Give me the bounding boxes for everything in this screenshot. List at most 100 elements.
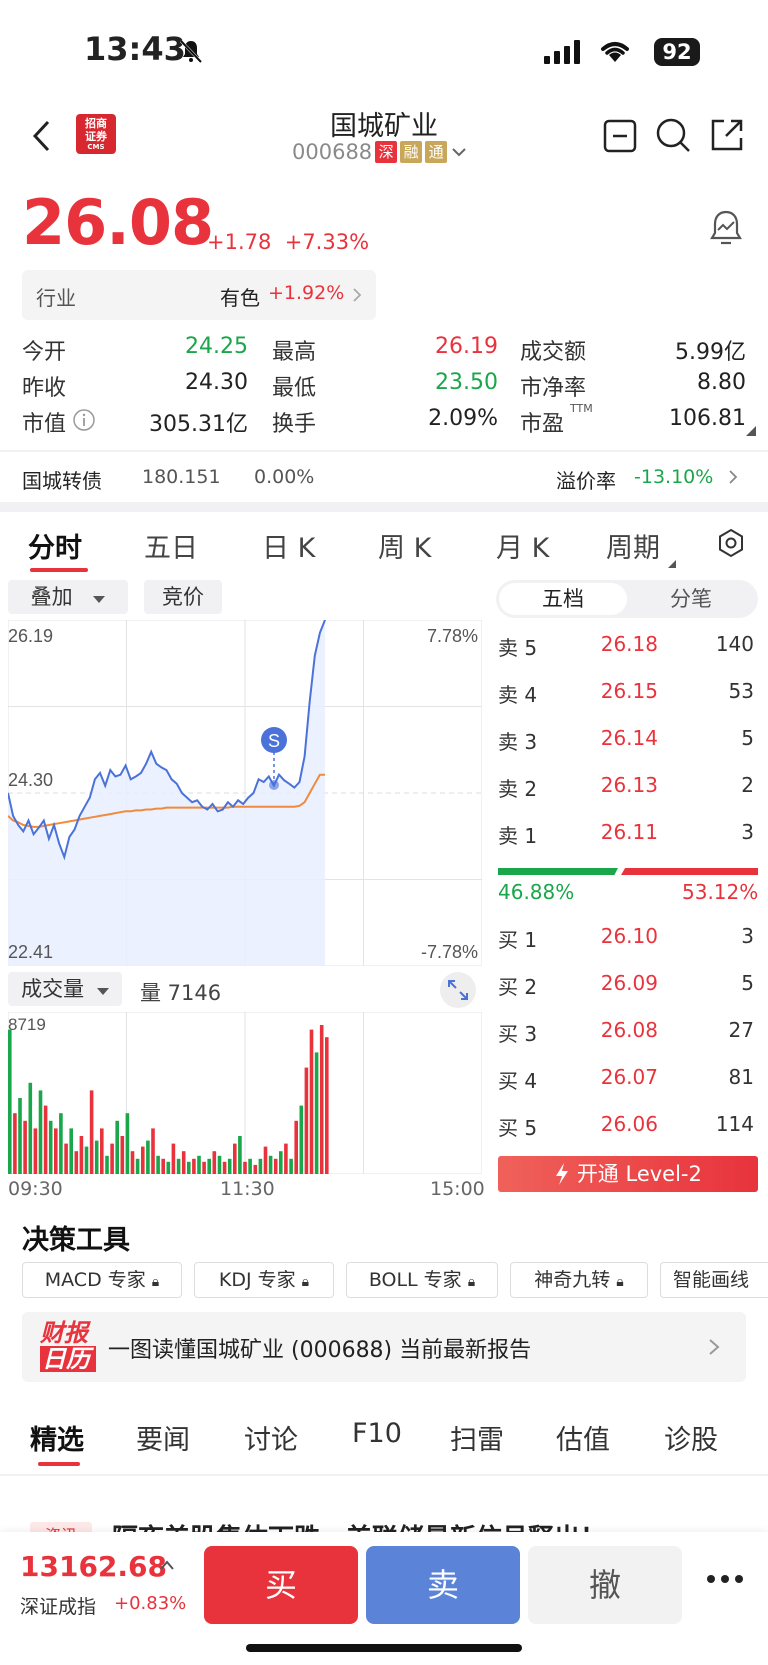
stock-code-row[interactable]: 000688 深 融 通 [292, 140, 468, 164]
volume-bar [227, 1158, 232, 1174]
auction-button[interactable]: 竞价 [144, 580, 222, 614]
chevron-up-icon[interactable] [158, 1558, 176, 1572]
news-tab-diagnosis[interactable]: 诊股 [664, 1418, 718, 1457]
stat-pb: 8.80 [697, 370, 746, 395]
tab-intraday[interactable]: 分时 [28, 526, 82, 565]
volume-bar [263, 1146, 268, 1174]
tab-month-k[interactable]: 月 K [496, 526, 549, 565]
overlay-select[interactable]: 叠加 [8, 580, 128, 614]
tab-ticks[interactable]: 分笔 [627, 583, 755, 615]
bid-volume: 5 [741, 971, 754, 995]
ask-row[interactable]: 卖 5 26.18 140 [498, 632, 758, 662]
tool-label: BOLL 专家 [368, 1269, 462, 1291]
bid-row[interactable]: 买 3 26.08 27 [498, 1018, 758, 1048]
bid-price: 26.06 [600, 1112, 658, 1136]
ask-price: 26.18 [600, 632, 658, 656]
tool-smart-draw[interactable]: 智能画线 [660, 1262, 768, 1298]
tab-week-k[interactable]: 周 K [378, 526, 431, 565]
bid-row[interactable]: 买 4 26.07 81 [498, 1065, 758, 1095]
news-tab-headlines[interactable]: 要闻 [136, 1418, 190, 1457]
ask-row[interactable]: 卖 3 26.14 5 [498, 726, 758, 756]
premium-label: 溢价率 [556, 469, 616, 493]
ask-row[interactable]: 卖 2 26.13 2 [498, 773, 758, 803]
ask-price: 26.15 [600, 679, 658, 703]
volume-bar [217, 1155, 222, 1174]
volume-bar [166, 1161, 171, 1174]
volume-chart[interactable]: 8719 [8, 1012, 482, 1174]
ask-row[interactable]: 卖 4 26.15 53 [498, 679, 758, 709]
intraday-price-chart[interactable]: S 26.19 24.30 22.41 7.78% -7.78% [8, 620, 482, 966]
volume-bar [89, 1090, 94, 1174]
bid-price: 26.09 [600, 971, 658, 995]
search-icon[interactable] [654, 116, 692, 154]
volume-bar [120, 1136, 125, 1174]
mute-bell-icon [179, 39, 203, 64]
news-tab-risk-scan[interactable]: 扫雷 [450, 1418, 504, 1457]
tab-five-day[interactable]: 五日 [144, 526, 198, 565]
news-tab-featured[interactable]: 精选 [30, 1418, 84, 1457]
volume-bar [243, 1161, 247, 1174]
stat-prev-close: 24.30 [185, 370, 248, 395]
tool-macd[interactable]: MACD 专家 🔒︎ [22, 1262, 182, 1298]
index-value[interactable]: 13162.68 [20, 1550, 167, 1583]
info-icon[interactable] [72, 408, 96, 432]
volume-bar [105, 1155, 109, 1174]
volume-bar [202, 1161, 206, 1174]
level2-button[interactable]: 开通 Level-2 [498, 1156, 758, 1192]
volume-bar [268, 1155, 273, 1174]
volume-bar [125, 1113, 130, 1174]
volume-bar [279, 1151, 283, 1174]
overlay-label: 叠加 [30, 585, 73, 609]
bid-row[interactable]: 买 5 26.06 114 [498, 1112, 758, 1142]
tool-boll[interactable]: BOLL 专家 🔒︎ [346, 1262, 498, 1298]
ask-volume: 5 [741, 726, 754, 750]
share-icon[interactable] [708, 116, 746, 154]
bid-row[interactable]: 买 2 26.09 5 [498, 971, 758, 1001]
change-value: +1.78 [207, 230, 272, 254]
orderbook-toggle: 五档 分笔 [496, 580, 758, 618]
bid-volume: 3 [741, 924, 754, 948]
volume-bar [233, 1143, 237, 1174]
stat-pe-sup: TTM [570, 402, 593, 415]
stock-code: 000688 [292, 140, 373, 164]
bid-label: 买 1 [498, 928, 538, 952]
tab-depth[interactable]: 五档 [499, 583, 627, 615]
volume-bar [115, 1120, 119, 1174]
page-title: 国城矿业 [330, 111, 438, 142]
tool-kdj[interactable]: KDJ 专家 🔒︎ [194, 1262, 334, 1298]
ask-list: 卖 5 26.18 140 卖 4 26.15 53 卖 3 26.14 5 卖… [498, 632, 758, 872]
price-alert-icon[interactable] [708, 208, 744, 248]
sell-button[interactable]: 卖 [366, 1546, 520, 1624]
minimize-icon[interactable] [602, 118, 638, 154]
volume-bar [48, 1120, 53, 1174]
tab-period[interactable]: 周期 [606, 526, 660, 565]
volume-indicator-select[interactable]: 成交量 [8, 972, 122, 1006]
news-tab-f10[interactable]: F10 [352, 1418, 402, 1449]
report-banner[interactable]: 财报 日历 一图读懂国城矿业 (000688) 当前最新报告 [22, 1312, 746, 1382]
cancel-button[interactable]: 撤 [528, 1546, 682, 1624]
volume-bar [161, 1158, 165, 1174]
volume-bar [94, 1140, 99, 1174]
bid-row[interactable]: 买 1 26.10 3 [498, 924, 758, 954]
tool-label: MACD 专家 [44, 1269, 146, 1291]
expand-arrows-icon [448, 980, 468, 1000]
buy-ratio: 46.88% [498, 880, 575, 904]
fullscreen-button[interactable] [440, 972, 476, 1008]
premium-value: -13.10% [634, 466, 714, 488]
news-tab-discussion[interactable]: 讨论 [244, 1418, 298, 1457]
news-tab-valuation[interactable]: 估值 [556, 1418, 610, 1457]
ask-price: 26.14 [600, 726, 658, 750]
more-icon[interactable] [706, 1574, 744, 1584]
volume-bar [79, 1136, 84, 1174]
volume-bar [187, 1161, 191, 1174]
industry-bar[interactable]: 行业 有色 +1.92% [22, 270, 376, 320]
expand-corner-icon[interactable] [746, 426, 756, 436]
bid-volume: 114 [715, 1112, 754, 1136]
tab-day-k[interactable]: 日 K [262, 526, 315, 565]
bond-name[interactable]: 国城转债 [22, 465, 102, 494]
ask-row[interactable]: 卖 1 26.11 3 [498, 820, 758, 850]
tool-magic-nine[interactable]: 神奇九转 🔒︎ [510, 1262, 648, 1298]
buy-button[interactable]: 买 [204, 1546, 358, 1624]
chevron-right-icon[interactable] [728, 469, 738, 485]
settings-icon[interactable] [716, 528, 746, 558]
